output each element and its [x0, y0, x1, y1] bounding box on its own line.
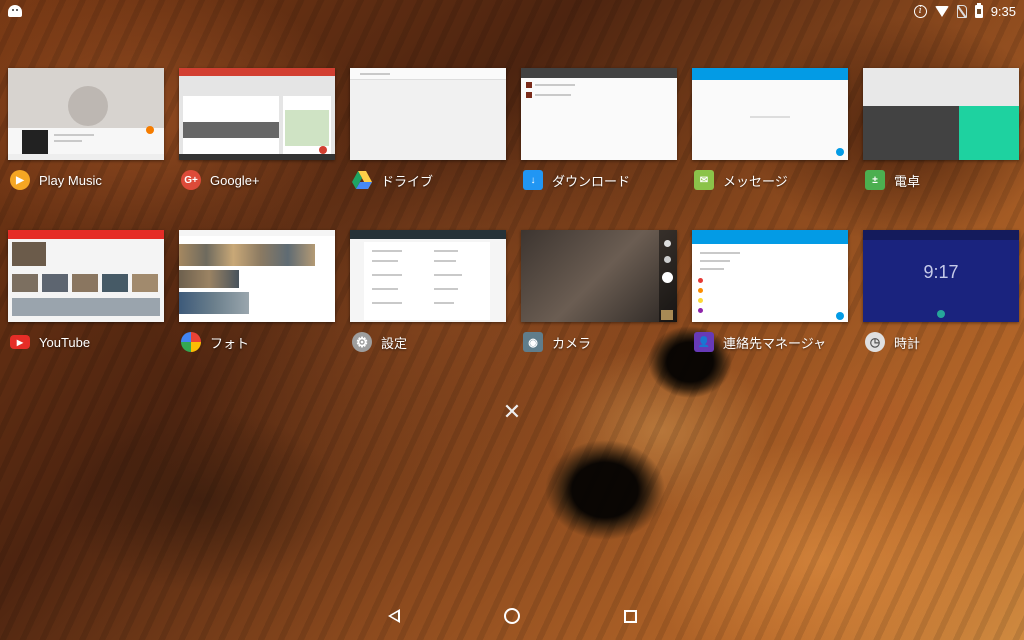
recents-row: ▶ Play Music G+ Google+ ドライブ ↓ ダウンロード ✉ …: [8, 68, 1020, 200]
recent-card-contacts[interactable]: 👤 連絡先マネージャ: [692, 230, 848, 362]
navigation-bar: [0, 592, 1024, 640]
recents-row: ▶ YouTube フォト ⚙ 設定 ◉ カメラ 👤 連絡先マネージャ 9:17…: [8, 230, 1020, 362]
app-thumbnail[interactable]: [521, 230, 677, 322]
app-thumbnail[interactable]: [863, 68, 1019, 160]
app-thumbnail[interactable]: [179, 68, 335, 160]
app-thumbnail[interactable]: [179, 230, 335, 322]
app-thumbnail[interactable]: [350, 230, 506, 322]
clock-thumb-time: 9:17: [923, 262, 959, 282]
recent-card-play-music[interactable]: ▶ Play Music: [8, 68, 164, 200]
recent-card-photos[interactable]: フォト: [179, 230, 335, 362]
drive-icon: [352, 170, 372, 190]
battery-icon: [974, 2, 983, 18]
settings-icon: ⚙: [352, 332, 372, 352]
google-plus-icon: G+: [181, 170, 201, 190]
photos-icon: [181, 332, 201, 352]
app-label: 連絡先マネージャ: [723, 335, 827, 351]
wifi-icon: [934, 5, 949, 17]
recent-apps-grid: ▶ Play Music G+ Google+ ドライブ ↓ ダウンロード ✉ …: [8, 68, 1020, 392]
app-thumbnail[interactable]: [692, 230, 848, 322]
no-sim-icon: [956, 4, 967, 18]
app-thumbnail[interactable]: [521, 68, 677, 160]
recent-card-google-plus[interactable]: G+ Google+: [179, 68, 335, 200]
download-icon: ↓: [523, 170, 543, 190]
app-thumbnail[interactable]: [8, 68, 164, 160]
messages-icon: ✉: [694, 170, 714, 190]
play-music-icon: ▶: [10, 170, 30, 190]
app-thumbnail[interactable]: 9:17: [863, 230, 1019, 322]
calculator-icon: ±: [865, 170, 885, 190]
status-time: 9:35: [990, 3, 1016, 19]
recent-card-settings[interactable]: ⚙ 設定: [350, 230, 506, 362]
recent-card-camera[interactable]: ◉ カメラ: [521, 230, 677, 362]
clock-icon: ◷: [865, 332, 885, 352]
app-label: 電卓: [894, 173, 921, 189]
recents-icon[interactable]: [623, 609, 637, 623]
clear-all-icon[interactable]: ✕: [500, 400, 524, 424]
app-label: YouTube: [39, 334, 91, 350]
app-label: 設定: [381, 335, 408, 351]
home-icon[interactable]: [503, 608, 520, 624]
app-label: メッセージ: [723, 173, 788, 189]
app-thumbnail[interactable]: [8, 230, 164, 322]
youtube-icon: ▶: [10, 335, 30, 349]
recent-card-downloads[interactable]: ↓ ダウンロード: [521, 68, 677, 200]
app-label: フォト: [210, 335, 250, 351]
recent-card-calculator[interactable]: ± 電卓: [863, 68, 1019, 200]
app-label: Play Music: [39, 172, 102, 188]
android-icon: [8, 5, 22, 17]
recent-card-youtube[interactable]: ▶ YouTube: [8, 230, 164, 362]
app-thumbnail[interactable]: [350, 68, 506, 160]
status-bar: i 9:35: [0, 0, 1024, 22]
app-label: ダウンロード: [552, 173, 631, 189]
app-label: Google+: [210, 172, 260, 188]
app-label: ドライブ: [381, 173, 434, 189]
info-icon: i: [913, 4, 927, 18]
back-icon[interactable]: [387, 609, 400, 623]
app-thumbnail[interactable]: [692, 68, 848, 160]
recent-card-messages[interactable]: ✉ メッセージ: [692, 68, 848, 200]
contacts-icon: 👤: [694, 332, 714, 352]
camera-icon: ◉: [523, 332, 543, 352]
app-label: 時計: [894, 335, 921, 351]
app-label: カメラ: [552, 335, 592, 351]
recent-card-drive[interactable]: ドライブ: [350, 68, 506, 200]
recent-card-clock[interactable]: 9:17 ◷ 時計: [863, 230, 1019, 362]
